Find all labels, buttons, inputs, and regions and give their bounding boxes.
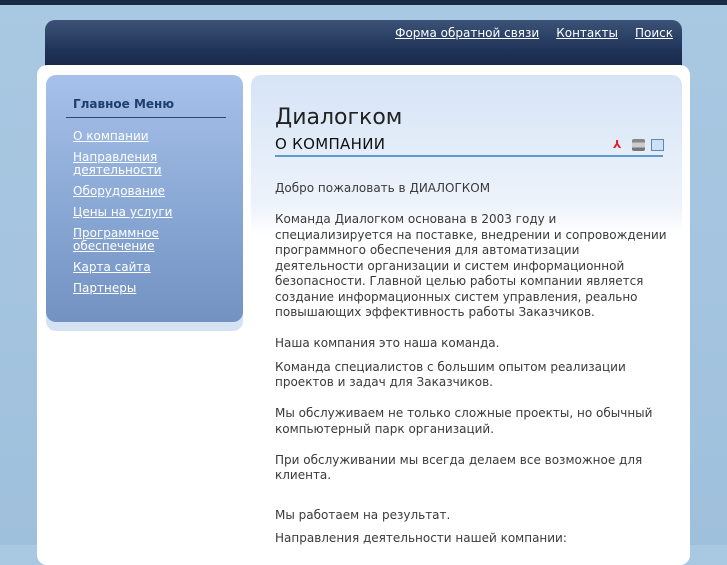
search-link[interactable]: Поиск (635, 20, 673, 40)
sidebar: Главное Меню О компании Направления деят… (46, 75, 243, 322)
menu-item-about[interactable]: О компании (73, 129, 149, 143)
menu-item-partners[interactable]: Партнеры (73, 281, 136, 295)
pdf-icon[interactable]: ⅄ (613, 139, 626, 151)
top-bar (0, 0, 727, 5)
paragraph: Мы обслуживаем не только сложные проекты… (275, 406, 653, 436)
top-nav: Форма обратной связи Контакты Поиск (395, 20, 673, 40)
menu-item-software[interactable]: Программное обеспечение (73, 226, 159, 253)
paragraph: При обслуживании мы всегда делаем все во… (275, 452, 643, 483)
menu-item-equipment[interactable]: Оборудование (73, 184, 165, 198)
main-content: Диалогком О КОМПАНИИ ⅄ Добро пожаловать … (251, 75, 682, 555)
paragraph: Мы работаем на результат. (275, 507, 451, 522)
contacts-link[interactable]: Контакты (556, 20, 618, 40)
paragraph: Команда специалистов с большим опытом ре… (275, 359, 626, 390)
email-icon[interactable] (651, 139, 664, 151)
divider (66, 117, 226, 118)
section-title: О КОМПАНИИ (275, 135, 386, 153)
paragraph: Наша компания это наша команда. (275, 336, 500, 350)
page-title: Диалогком (275, 105, 403, 130)
main-menu: О компании Направления деятельности Обор… (73, 130, 223, 303)
paragraph: Добро пожаловать в ДИАЛОГКОМ (275, 181, 491, 195)
article-body: Добро пожаловать в ДИАЛОГКОМ Команда Диа… (275, 181, 670, 547)
print-icon[interactable] (632, 139, 645, 151)
sidebar-title: Главное Меню (73, 97, 175, 111)
title-underline (275, 155, 663, 157)
menu-item-sitemap[interactable]: Карта сайта (73, 260, 151, 274)
article-tools: ⅄ (613, 139, 664, 151)
feedback-link[interactable]: Форма обратной связи (395, 20, 539, 40)
paragraph: Направления деятельности нашей компании: (275, 531, 567, 545)
paragraph: Команда Диалогком основана в 2003 году и… (275, 212, 667, 319)
menu-item-prices[interactable]: Цены на услуги (73, 205, 172, 219)
menu-item-directions[interactable]: Направления деятельности (73, 150, 162, 177)
